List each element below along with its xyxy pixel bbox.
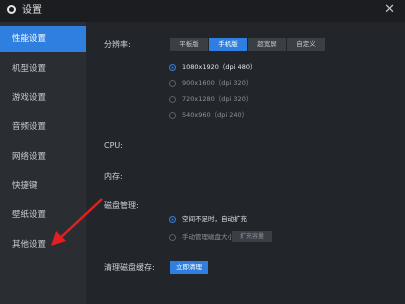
mode-ultrawide-button[interactable]: 超宽屏 — [248, 38, 286, 51]
resolution-option-720[interactable]: 720x1280（dpi 320） — [169, 93, 252, 105]
close-icon[interactable]: ✕ — [384, 3, 395, 17]
resolution-option-900[interactable]: 900x1600（dpi 320） — [169, 77, 252, 89]
annotation-arrow-icon — [51, 198, 103, 246]
memory-label: 内存: — [104, 172, 123, 181]
disk-label: 磁盘管理: — [104, 201, 139, 210]
resolution-label: 分辨率: — [104, 40, 131, 49]
sidebar-item-device-model[interactable]: 机型设置 — [0, 56, 86, 82]
app-logo-icon — [7, 5, 16, 14]
cpu-label: CPU: — [104, 141, 123, 150]
radio-icon — [169, 79, 176, 87]
mode-tablet-button[interactable]: 平板版 — [170, 38, 208, 51]
clear-now-button[interactable]: 立即清理 — [170, 261, 208, 274]
resolution-option-540[interactable]: 540x960（dpi 240） — [169, 109, 248, 121]
window-title: 设置 — [22, 5, 42, 16]
settings-window: 设置 ✕ 性能设置 机型设置 游戏设置 音频设置 网络设置 快捷键 壁纸设置 其… — [0, 0, 405, 304]
mode-custom-button[interactable]: 自定义 — [287, 38, 325, 51]
radio-icon — [169, 215, 176, 223]
disk-option-manual[interactable]: 手动管理磁盘大小 — [169, 231, 234, 243]
radio-icon — [169, 63, 176, 71]
clear-cache-label: 清理磁盘缓存: — [104, 263, 155, 272]
resolution-option-label: 720x1280（dpi 320） — [182, 95, 253, 103]
mode-phone-button[interactable]: 手机版 — [209, 38, 247, 51]
radio-icon — [169, 111, 176, 119]
resolution-option-label: 540x960（dpi 240） — [182, 111, 249, 119]
resolution-mode-tabs: 平板版 手机版 超宽屏 自定义 — [170, 38, 326, 51]
expand-capacity-button[interactable]: 扩充容量 — [232, 231, 272, 242]
settings-sidebar: 性能设置 机型设置 游戏设置 音频设置 网络设置 快捷键 壁纸设置 其他设置 — [0, 22, 86, 304]
disk-option-label: 手动管理磁盘大小 — [182, 233, 234, 241]
sidebar-item-audio[interactable]: 音频设置 — [0, 114, 86, 140]
sidebar-item-network[interactable]: 网络设置 — [0, 144, 86, 170]
disk-option-label: 空间不足时，自动扩充 — [182, 215, 247, 223]
radio-icon — [169, 233, 176, 241]
sidebar-item-performance[interactable]: 性能设置 — [0, 26, 86, 52]
resolution-option-1080[interactable]: 1080x1920（dpi 480） — [169, 61, 256, 73]
resolution-option-label: 1080x1920（dpi 480） — [182, 63, 257, 71]
disk-option-auto[interactable]: 空间不足时，自动扩充 — [169, 213, 247, 225]
sidebar-item-game[interactable]: 游戏设置 — [0, 85, 86, 111]
radio-icon — [169, 95, 176, 103]
resolution-option-label: 900x1600（dpi 320） — [182, 79, 253, 87]
title-bar: 设置 ✕ — [0, 0, 405, 22]
